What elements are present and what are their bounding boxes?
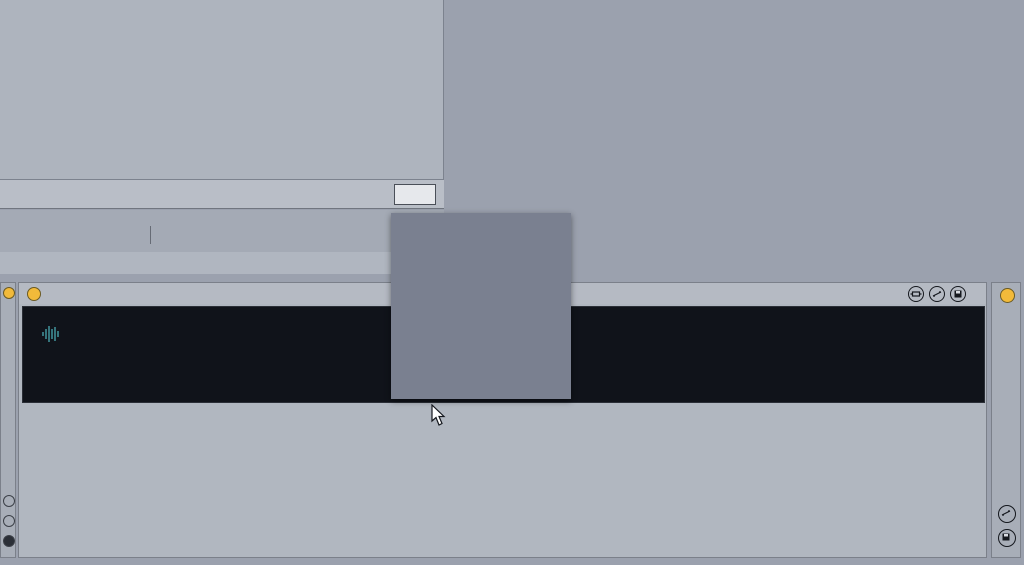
menu-top-padding: [391, 213, 571, 223]
raw-button[interactable]: [394, 184, 436, 205]
waveform-overview-icon: [0, 183, 392, 205]
saturator-power-led[interactable]: [1000, 288, 1015, 303]
browser-list[interactable]: [0, 0, 444, 180]
saturator-vertical-tab[interactable]: [991, 282, 1021, 558]
hotswap-icon[interactable]: [3, 515, 15, 527]
mpe-tab-led: [3, 287, 15, 299]
hotswap-icon[interactable]: [929, 286, 945, 302]
save-preset-icon[interactable]: [3, 535, 15, 547]
save-preset-icon[interactable]: [998, 529, 1016, 547]
mpe-toggle-icon[interactable]: [908, 286, 924, 302]
tuning-column-headers: [0, 224, 444, 248]
device-power-led[interactable]: [27, 287, 41, 301]
waveform-zoom-icon[interactable]: [41, 325, 61, 343]
source-dropdown-menu[interactable]: [391, 213, 571, 399]
save-preset-icon[interactable]: [950, 286, 966, 302]
mpe-control-vertical-tab[interactable]: [0, 282, 16, 558]
mouse-cursor: [431, 404, 446, 426]
clip-waveform-strip[interactable]: [0, 180, 444, 209]
tuning-drop-zone[interactable]: [0, 252, 444, 274]
mpe-tab-icon-1[interactable]: [3, 495, 15, 507]
tuning-divider: [150, 226, 151, 244]
hotswap-icon[interactable]: [998, 505, 1016, 523]
tuning-system-bar: [0, 210, 444, 274]
